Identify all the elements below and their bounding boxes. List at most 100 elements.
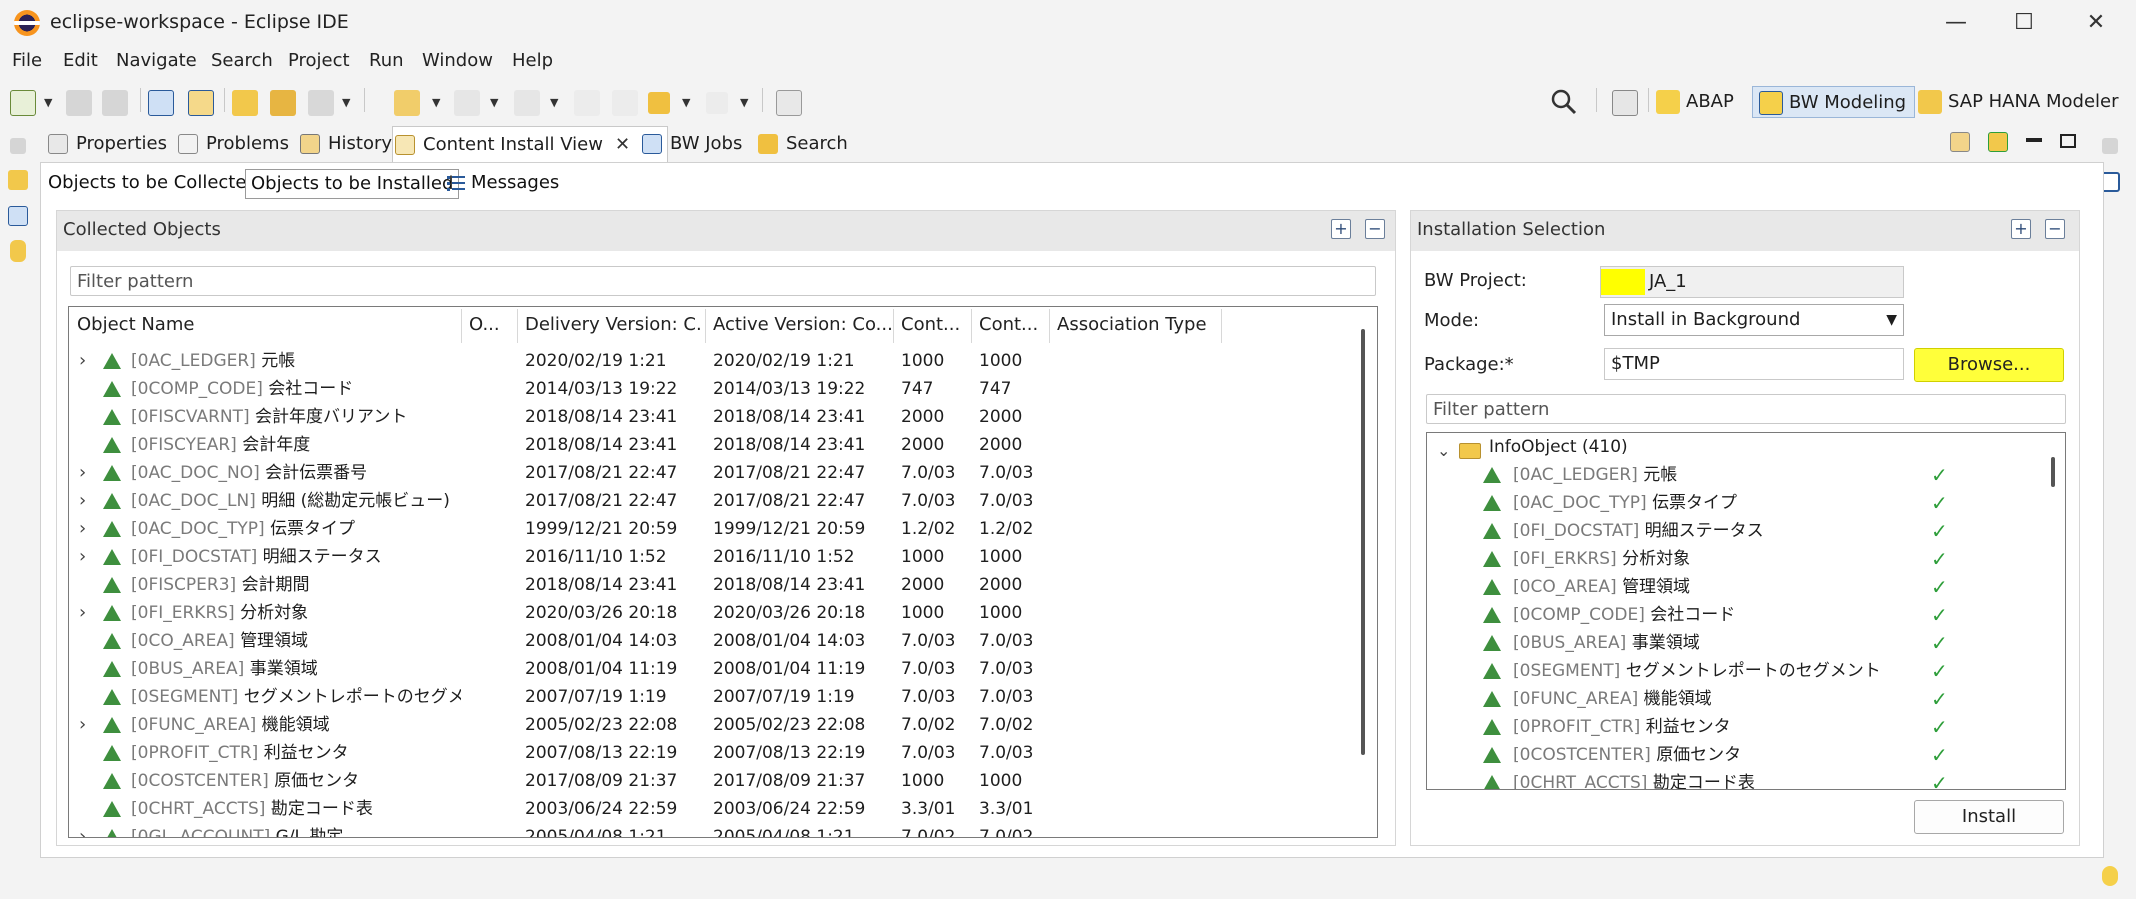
- table-row[interactable]: [0FISCVARNT] 会計年度バリアント 2018/08/14 23:41 20…: [69, 403, 1349, 431]
- table-row[interactable]: › [0AC_DOC_TYP] 伝票タイプ 1999/12/21 20:59 1999…: [69, 515, 1349, 543]
- tree-item[interactable]: [0BUS_AREA] 事業領域 ✓: [1427, 629, 2027, 657]
- project-explorer-icon[interactable]: [8, 170, 28, 190]
- col-cont-1[interactable]: Cont...: [893, 307, 969, 343]
- tree-item[interactable]: [0AC_LEDGER] 元帳 ✓: [1427, 461, 2027, 489]
- perspective-sap-hana-modeler[interactable]: SAP HANA Modeler: [1912, 86, 2127, 118]
- tab-bw-jobs[interactable]: BW Jobs: [640, 126, 742, 162]
- menu-window[interactable]: Window: [422, 50, 493, 71]
- tab-objects-to-be-installed[interactable]: Objects to be Installed: [245, 169, 460, 199]
- menu-navigate[interactable]: Navigate: [116, 50, 197, 71]
- run-dropdown-icon[interactable]: ▼: [432, 96, 440, 109]
- open-project-icon[interactable]: [270, 90, 296, 116]
- menu-project[interactable]: Project: [288, 50, 350, 71]
- expand-row-icon[interactable]: ›: [79, 515, 86, 543]
- prev-annotation-icon[interactable]: [514, 90, 540, 116]
- next-annotation-icon[interactable]: [454, 90, 480, 116]
- tree-scrollbar[interactable]: [2051, 457, 2055, 487]
- tab-properties[interactable]: Properties: [46, 126, 167, 162]
- menu-help[interactable]: Help: [512, 50, 553, 71]
- expand-all-icon[interactable]: +: [1331, 219, 1351, 239]
- table-row[interactable]: › [0GL_ACCOUNT] G/L 勘定 2005/04/08 1:21 2005…: [69, 823, 1349, 837]
- console-icon[interactable]: [148, 90, 174, 116]
- debug-icon[interactable]: [308, 90, 334, 116]
- expand-row-icon[interactable]: ›: [79, 347, 86, 375]
- col-delivery-version[interactable]: Delivery Version: C...: [517, 307, 703, 343]
- new-dropdown-icon[interactable]: ▼: [44, 96, 52, 109]
- install-expand-all-icon[interactable]: +: [2011, 219, 2031, 239]
- col-active-version[interactable]: Active Version: Co...: [705, 307, 891, 343]
- tree-item[interactable]: [0PROFIT_CTR] 利益センタ ✓: [1427, 713, 2027, 741]
- tab-messages[interactable]: Messages: [441, 169, 564, 199]
- tree-item[interactable]: [0COSTCENTER] 原価センタ ✓: [1427, 741, 2027, 769]
- table-row[interactable]: › [0FUNC_AREA] 機能領域 2005/02/23 22:08 2005/0…: [69, 711, 1349, 739]
- prev-annotation-dropdown-icon[interactable]: ▼: [550, 96, 558, 109]
- forward-dropdown-icon[interactable]: ▼: [740, 96, 748, 109]
- table-row[interactable]: [0CHRT_ACCTS] 勘定コード表 2003/06/24 22:59 2003…: [69, 795, 1349, 823]
- expand-row-icon[interactable]: ›: [79, 711, 86, 739]
- table-row[interactable]: › [0FI_DOCSTAT] 明細ステータス 2016/11/10 1:52 201…: [69, 543, 1349, 571]
- maximize-view-icon[interactable]: [2060, 134, 2076, 148]
- col-cont-2[interactable]: Cont...: [971, 307, 1047, 343]
- forward-icon[interactable]: [706, 92, 728, 114]
- last-edit-icon[interactable]: [574, 90, 600, 116]
- table-row[interactable]: [0COSTCENTER] 原価センタ 2017/08/09 21:37 2017/…: [69, 767, 1349, 795]
- expand-row-icon[interactable]: ›: [79, 543, 86, 571]
- mode-select[interactable]: Install in Background ▼: [1604, 304, 1904, 336]
- menu-file[interactable]: File: [12, 50, 42, 71]
- tree-item[interactable]: [0FI_DOCSTAT] 明細ステータス ✓: [1427, 517, 2027, 545]
- tip-bulb-icon[interactable]: [2102, 866, 2118, 886]
- view-action-1-icon[interactable]: [1950, 132, 1970, 152]
- next-annotation-dropdown-icon[interactable]: ▼: [490, 96, 498, 109]
- col-o[interactable]: O...: [461, 307, 515, 343]
- package-input[interactable]: $TMP: [1604, 348, 1904, 380]
- perspective-abap[interactable]: ABAP: [1650, 86, 1742, 118]
- open-perspective-icon[interactable]: [1612, 90, 1638, 116]
- menu-search[interactable]: Search: [211, 50, 273, 71]
- tree-item[interactable]: [0COMP_CODE] 会社コード ✓: [1427, 601, 2027, 629]
- table-row[interactable]: › [0AC_LEDGER] 元帳 2020/02/19 1:21 2020/02/1…: [69, 347, 1349, 375]
- new-icon[interactable]: [10, 90, 36, 116]
- open-bw-object-icon[interactable]: [232, 90, 258, 116]
- save-icon[interactable]: [66, 90, 92, 116]
- database-icon[interactable]: [10, 240, 26, 262]
- minimize-view-icon[interactable]: [2026, 138, 2042, 142]
- table-row[interactable]: › [0AC_DOC_LN] 明細 (総勘定元帳ビュー) 2017/08/21 22…: [69, 487, 1349, 515]
- table-row[interactable]: [0FISCYEAR] 会計年度 2018/08/14 23:41 2018/08/…: [69, 431, 1349, 459]
- outline-icon[interactable]: [8, 206, 28, 226]
- expand-row-icon[interactable]: ›: [79, 823, 86, 837]
- collapse-all-icon[interactable]: −: [1365, 219, 1385, 239]
- tree-root-label[interactable]: InfoObject (410): [1489, 433, 1628, 461]
- tab-search[interactable]: Search: [756, 126, 848, 162]
- table-row[interactable]: [0SEGMENT] セグメントレポートのセグメント 2007/07/19 1:1…: [69, 683, 1349, 711]
- tree-item[interactable]: [0SEGMENT] セグメントレポートのセグメント ✓: [1427, 657, 2027, 685]
- view-action-2-icon[interactable]: [1988, 132, 2008, 152]
- expand-row-icon[interactable]: ›: [79, 487, 86, 515]
- restore-right-icon[interactable]: [2102, 138, 2118, 154]
- tree-item[interactable]: [0FUNC_AREA] 機能領域 ✓: [1427, 685, 2027, 713]
- table-row[interactable]: › [0FI_ERKRS] 分析対象 2020/03/26 20:18 2020/03…: [69, 599, 1349, 627]
- tab-history[interactable]: History: [298, 126, 392, 162]
- tab-objects-to-be-collected[interactable]: Objects to be Collected: [43, 169, 263, 199]
- table-row[interactable]: [0FISCPER3] 会計期間 2018/08/14 23:41 2018/08/…: [69, 571, 1349, 599]
- perspective-bw-modeling[interactable]: BW Modeling: [1752, 86, 1916, 118]
- minimize-button[interactable]: —: [1936, 6, 1976, 40]
- debug-dropdown-icon[interactable]: ▼: [342, 96, 350, 109]
- tree-item[interactable]: [0CHRT_ACCTS] 勘定コード表 ✓: [1427, 769, 2027, 789]
- table-row[interactable]: [0COMP_CODE] 会社コード 2014/03/13 19:22 2014/0…: [69, 375, 1349, 403]
- table-row[interactable]: [0CO_AREA] 管理領域 2008/01/04 14:03 2008/01/0…: [69, 627, 1349, 655]
- table-row[interactable]: [0PROFIT_CTR] 利益センタ 2007/08/13 22:19 2007/…: [69, 739, 1349, 767]
- tree-item[interactable]: [0AC_DOC_TYP] 伝票タイプ ✓: [1427, 489, 2027, 517]
- expand-row-icon[interactable]: ›: [79, 459, 86, 487]
- installation-filter-input[interactable]: Filter pattern: [1426, 394, 2066, 424]
- tab-content-install-view[interactable]: Content Install View ✕: [392, 126, 668, 162]
- save-all-icon[interactable]: [102, 90, 128, 116]
- table-row[interactable]: › [0AC_DOC_NO] 会計伝票番号 2017/08/21 22:47 2017…: [69, 459, 1349, 487]
- back-icon[interactable]: [648, 92, 670, 114]
- maximize-button[interactable]: ☐: [2004, 6, 2044, 40]
- table-row[interactable]: [0BUS_AREA] 事業領域 2008/01/04 11:19 2008/01/…: [69, 655, 1349, 683]
- bw-activate-icon[interactable]: [188, 90, 214, 116]
- install-collapse-all-icon[interactable]: −: [2045, 219, 2065, 239]
- install-button[interactable]: Install: [1914, 800, 2064, 834]
- tree-item[interactable]: [0FI_ERKRS] 分析対象 ✓: [1427, 545, 2027, 573]
- browse-button[interactable]: Browse...: [1914, 348, 2064, 382]
